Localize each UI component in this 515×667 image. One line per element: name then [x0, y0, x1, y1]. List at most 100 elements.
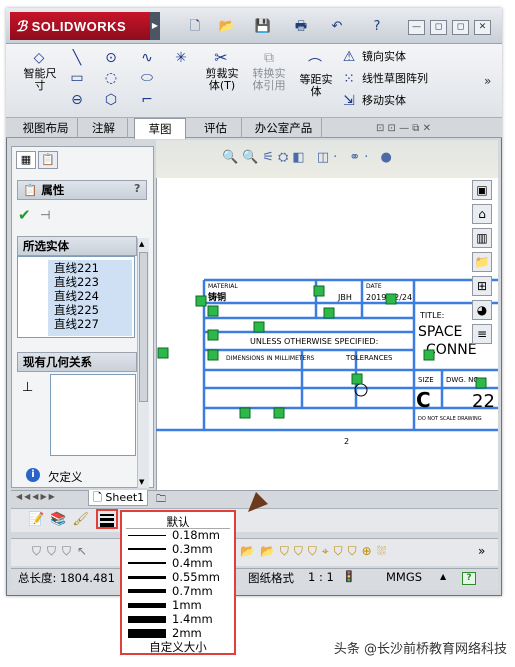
scale-readout[interactable]: 1 : 1 — [308, 570, 334, 584]
rectangle-tool-icon[interactable]: ▭ — [68, 70, 86, 86]
scroll-down-icon[interactable]: ▼ — [139, 478, 144, 486]
convert-entities-icon[interactable]: ⧉ — [260, 50, 278, 66]
toolbar-overflow-icon[interactable]: » — [478, 544, 485, 558]
solidworks-logo[interactable]: ℬ SOLIDWORKS — [10, 12, 150, 40]
view-palette-icon[interactable]: ⊞ — [472, 276, 492, 296]
list-item[interactable]: 直线221 — [50, 261, 99, 275]
unit-system-selector[interactable]: MMGS — [386, 570, 422, 584]
tab-sketch[interactable]: 草图 — [134, 118, 186, 139]
point-tool-icon[interactable]: ✳ — [172, 50, 190, 66]
units-dropdown-icon[interactable]: ▲ — [440, 572, 446, 581]
relations-list[interactable] — [50, 374, 136, 456]
trim-entities-label[interactable]: 剪裁实 体(T) — [200, 68, 244, 92]
convert-entities-label[interactable]: 转换实 体引用 — [246, 68, 292, 92]
tab-view-layout[interactable]: 视图布局 — [14, 118, 78, 138]
relation-icon: ⊥ — [22, 380, 34, 395]
open-folder-icon[interactable]: 📂 — [218, 18, 236, 36]
selected-entities-header[interactable]: 所选实体 — [17, 236, 137, 256]
property-title: 属性 — [41, 183, 65, 197]
resources-icon[interactable]: ▣ — [472, 180, 492, 200]
custom-properties-icon[interactable]: ≡ — [472, 324, 492, 344]
new-document-icon[interactable]: 🗋 — [186, 18, 204, 36]
smart-dimension-icon[interactable]: ◇ — [30, 50, 48, 66]
offset-entities-icon[interactable]: ⌒ — [306, 58, 324, 74]
undo-icon[interactable]: ↶ — [328, 18, 346, 36]
maximize-button[interactable]: ◻ — [452, 20, 469, 35]
move-entities-label[interactable]: 移动实体 — [362, 95, 406, 107]
list-item[interactable]: 直线223 — [50, 275, 99, 289]
fillet-tool-icon[interactable]: ⌐ — [138, 92, 156, 108]
line-weight-custom[interactable]: 自定义大小 — [122, 639, 234, 655]
line-weight-option[interactable]: 0.55mm — [122, 570, 234, 584]
line-weight-option[interactable]: 0.18mm — [122, 528, 234, 542]
line-weight-option[interactable]: 2mm — [122, 626, 234, 640]
property-icon: 📋 — [23, 183, 38, 197]
panel-toggle-icons[interactable]: ⊡ ⊡ — ⧉ ✕ — [376, 123, 431, 134]
mirror-entities-label[interactable]: 镜向实体 — [362, 51, 406, 63]
scroll-up-icon[interactable]: ▲ — [139, 240, 144, 248]
ok-check-icon[interactable]: ✔ — [18, 206, 31, 224]
tab-office-products[interactable]: 办公室产品 — [246, 118, 322, 138]
offset-entities-label[interactable]: 等距实 体 — [294, 74, 338, 98]
minimize-ribbon-button[interactable]: — — [408, 20, 425, 35]
line-tool-icon[interactable]: ╲ — [68, 50, 86, 66]
tab-evaluate[interactable]: 评估 — [190, 118, 242, 138]
print-icon[interactable]: 🖶 — [292, 18, 310, 36]
arc-tool-icon[interactable]: ◌ — [102, 70, 120, 86]
scroll-thumb[interactable] — [139, 252, 148, 402]
circle-tool-icon[interactable]: ⊙ — [102, 50, 120, 66]
line-weight-option[interactable]: 0.4mm — [122, 556, 234, 570]
move-entities-icon[interactable]: ⇲ — [340, 93, 358, 109]
status-help-button[interactable]: ? — [462, 572, 476, 585]
tab-annotation[interactable]: 注解 — [80, 118, 128, 138]
filter-icons[interactable]: ⛉⛉⛉↖ — [32, 544, 93, 559]
annotation-arrow — [248, 472, 290, 512]
title-block-drawing[interactable]: MATERIAL 铸铜 JBH DATE 2019/12/24 UNLESS O… — [156, 270, 498, 450]
line-weight-option[interactable]: 1mm — [122, 598, 234, 612]
line-weight-option[interactable]: 1.4mm — [122, 612, 234, 626]
size-value: C — [416, 388, 431, 412]
view-toolbar[interactable]: 🔍🔍⚟⛭◧ ◫· ⚭· ● — [222, 150, 396, 165]
save-icon[interactable]: 💾 — [254, 18, 272, 36]
close-window-button[interactable]: ✕ — [474, 20, 491, 35]
feature-tree-tab-icon[interactable]: ▦ — [16, 151, 36, 169]
sheet-format-label[interactable]: 图纸格式 — [248, 570, 294, 586]
appearances-icon[interactable]: ◕ — [472, 300, 492, 320]
list-item[interactable]: 直线227 — [50, 317, 99, 331]
add-sheet-icon[interactable]: 🗀 — [156, 492, 166, 509]
logo-menu-arrow-icon[interactable]: ▶ — [150, 12, 160, 40]
list-item[interactable]: 直线225 — [50, 303, 99, 317]
list-item[interactable]: 直线224 — [50, 289, 99, 303]
sheet-nav-arrows[interactable]: ◀◀◀▶▶ — [16, 492, 57, 501]
slot-tool-icon[interactable]: ⊖ — [68, 92, 86, 108]
ellipse-tool-icon[interactable]: ⬭ — [138, 70, 156, 86]
panel-scrollbar[interactable]: ▲ ▼ — [137, 238, 149, 488]
line-weight-option[interactable]: 0.3mm — [122, 542, 234, 556]
line-thickness-highlight — [96, 509, 118, 529]
file-explorer-icon[interactable]: 📁 — [472, 252, 492, 272]
spline-tool-icon[interactable]: ∿ — [138, 50, 156, 66]
restore-view-button[interactable]: ◻ — [430, 20, 447, 35]
line-weight-label: 0.7mm — [172, 584, 213, 598]
line-weight-option[interactable]: 0.7mm — [122, 584, 234, 598]
line-weight-dropdown[interactable]: 默认 0.18mm 0.3mm 0.4mm 0.55mm 0.7mm 1mm 1.4mm 2m… — [120, 510, 236, 655]
selection-filter-icons[interactable]: 📂📂⛉⛉⛉⌖⛉⛉⊕⛆ — [240, 544, 391, 559]
layer-tools[interactable]: 📝📚🖌 — [28, 512, 95, 527]
property-tab-icon[interactable]: 📋 — [38, 151, 58, 169]
selected-entities-list[interactable]: 直线221 直线223 直线224 直线225 直线227 — [17, 256, 135, 338]
sheet-tab[interactable]: 🗋 Sheet1 — [88, 490, 148, 506]
help-icon[interactable]: ? — [134, 182, 140, 195]
existing-relations-header[interactable]: 现有几何关系 — [17, 352, 137, 372]
home-icon[interactable]: ⌂ — [472, 204, 492, 224]
sheet-icon: 🗋 — [93, 491, 102, 504]
polygon-tool-icon[interactable]: ⬡ — [102, 92, 120, 108]
pushpin-icon[interactable]: ⊣ — [40, 208, 50, 222]
library-icon[interactable]: ▥ — [472, 228, 492, 248]
trim-entities-icon[interactable]: ✂ — [212, 50, 230, 66]
linear-pattern-label[interactable]: 线性草图阵列 — [362, 73, 428, 85]
mirror-entities-icon[interactable]: ⚠ — [340, 49, 358, 65]
linear-pattern-icon[interactable]: ⁙ — [340, 71, 358, 87]
ribbon-overflow-icon[interactable]: » — [484, 74, 491, 88]
smart-dimension-label[interactable]: 智能尺 寸 — [16, 68, 64, 92]
help-menu-icon[interactable]: ? — [368, 18, 386, 36]
